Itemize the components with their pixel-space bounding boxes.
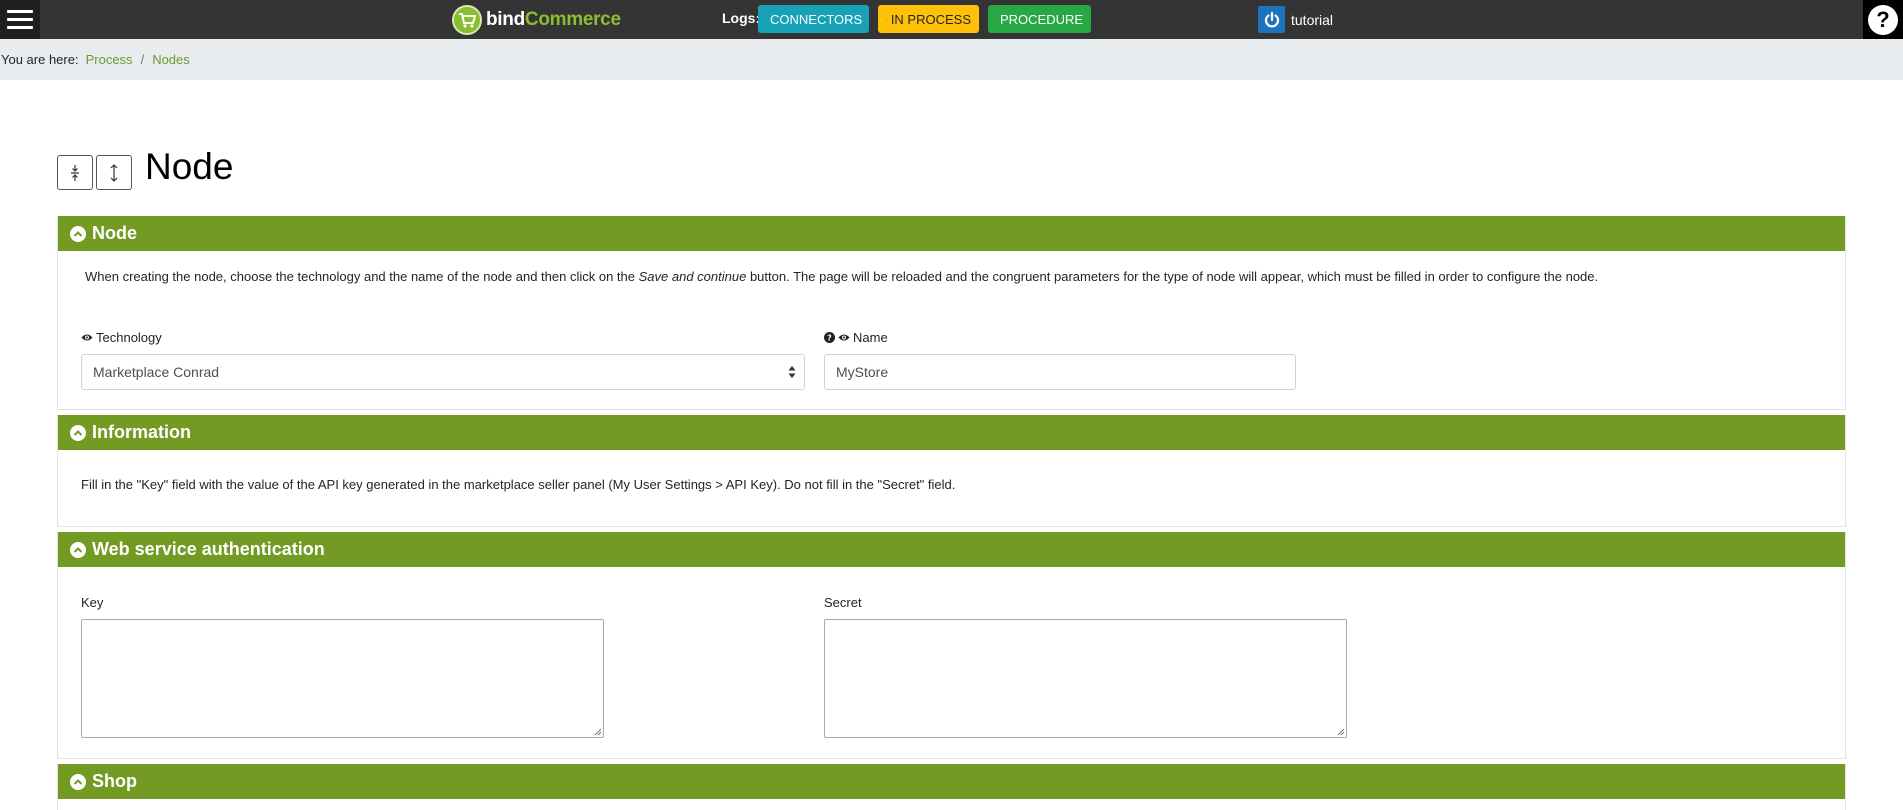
node-panel-header[interactable]: Node [58,216,1845,251]
secret-textarea[interactable] [824,619,1347,738]
node-panel-title: Node [92,223,137,243]
breadcrumb-separator: / [140,52,145,67]
information-panel: Information Fill in the "Key" field with… [57,415,1846,527]
connectors-label: CONNECTORS [770,11,863,27]
breadcrumb: You are here: Process / Nodes [0,39,1903,80]
hamburger-menu-icon[interactable] [0,0,40,39]
top-navbar: bind Commerce Logs: CONNECTORS IN PROCESS… [0,0,1903,39]
node-panel: Node When creating the node, choose the … [57,216,1846,410]
chevron-up-icon [70,773,86,790]
in-process-label: IN PROCESS [890,11,971,27]
information-panel-header[interactable]: Information [58,415,1845,450]
user-menu[interactable]: tutorial [1258,6,1333,33]
name-label-text: Name [853,330,888,345]
information-panel-title: Information [92,422,191,442]
eye-icon [838,334,850,341]
compress-vertical-icon [71,164,79,181]
sort-arrows-icon [788,366,796,378]
resize-grip-icon[interactable] [1336,727,1345,736]
key-label: Key [81,595,104,610]
in-process-log-button[interactable]: IN PROCESS [878,5,979,33]
connectors-log-button[interactable]: CONNECTORS [758,5,869,33]
name-input[interactable]: MyStore [824,354,1296,390]
intro-text-emphasis: Save and continue [638,269,747,284]
chevron-up-icon [70,541,86,558]
question-icon: ? [1868,4,1898,35]
intro-text-part: button. The page will be reloaded and th… [746,269,1599,284]
arrow-circle-icon [886,18,887,20]
question-circle-icon[interactable]: ? [824,332,835,343]
technology-label-text: Technology [96,330,162,345]
breadcrumb-link-process[interactable]: Process [86,52,133,67]
svg-text:?: ? [827,334,832,343]
logo-text-commerce: Commerce [524,8,621,30]
name-label: ? Name [824,330,888,345]
technology-selected-value: Marketplace Conrad [93,364,220,380]
procedure-label: PROCEDURE [1000,11,1084,27]
power-icon[interactable] [1258,6,1285,33]
username: tutorial [1291,11,1334,28]
secret-label: Secret [824,595,862,610]
technology-select[interactable]: Marketplace Conrad [81,354,805,390]
web-service-auth-panel-header[interactable]: Web service authentication [58,532,1845,567]
web-service-auth-panel: Web service authentication Key Secret [57,532,1846,759]
chevron-up-icon [70,225,86,242]
shop-panel: Shop [57,764,1846,810]
resize-grip-icon[interactable] [593,727,602,736]
expand-vertical-icon [110,163,118,182]
eye-icon [81,334,93,341]
help-button[interactable]: ? [1863,0,1903,39]
logs-label: Logs: [722,10,761,26]
shop-panel-title: Shop [92,771,137,791]
information-text: Fill in the "Key" field with the value o… [81,477,956,492]
logo-text-bind: bind [486,8,525,30]
web-service-auth-panel-title: Web service authentication [92,539,325,559]
name-input-value: MyStore [836,364,889,380]
expand-all-button[interactable] [96,155,132,190]
intro-text-part: When creating the node, choose the techn… [85,269,639,284]
breadcrumb-link-nodes[interactable]: Nodes [152,52,190,67]
node-intro-text: When creating the node, choose the techn… [85,269,1825,284]
collapse-all-button[interactable] [57,155,93,190]
shop-panel-header[interactable]: Shop [58,764,1845,799]
breadcrumb-lead: You are here: [1,52,79,67]
page-title: Node [145,146,234,187]
technology-label: Technology [81,330,162,345]
app-logo[interactable]: bind Commerce [452,4,621,35]
key-textarea[interactable] [81,619,604,738]
cart-logo-icon [452,4,482,35]
chevron-up-icon [70,424,86,441]
procedure-log-button[interactable]: PROCEDURE [988,5,1091,33]
